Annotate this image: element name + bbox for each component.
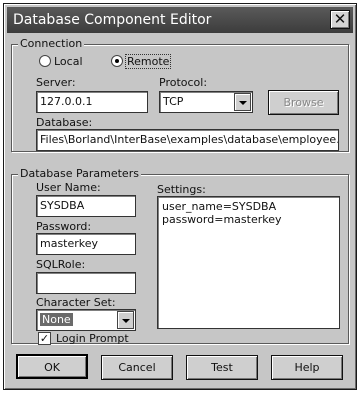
window-title: Database Component Editor [13, 12, 212, 28]
character-set-select[interactable]: None [36, 309, 136, 331]
settings-label: Settings: [157, 183, 206, 196]
character-set-value: None [40, 313, 73, 326]
user-name-label: User Name: [36, 181, 101, 194]
sqlrole-input[interactable] [36, 272, 136, 294]
password-input[interactable]: masterkey [36, 233, 136, 255]
remote-radio[interactable] [111, 55, 123, 67]
chevron-down-icon[interactable] [117, 311, 134, 329]
user-name-input[interactable]: SYSDBA [36, 195, 136, 217]
settings-line: password=masterkey [162, 213, 282, 226]
database-input[interactable]: Files\Borland\InterBase\examples\databas… [36, 129, 339, 151]
server-input[interactable]: 127.0.0.1 [36, 91, 148, 113]
connection-group: Connection Local Remote Server: 127.0.0.… [11, 37, 349, 152]
browse-button[interactable]: Browse [268, 90, 339, 115]
database-parameters-legend: Database Parameters [18, 167, 141, 181]
login-prompt-label[interactable]: Login Prompt [56, 332, 129, 345]
settings-line: user_name=SYSDBA [162, 200, 277, 213]
test-button[interactable]: Test [186, 355, 258, 380]
close-icon[interactable]: ✕ [330, 10, 350, 29]
settings-memo[interactable]: user_name=SYSDBA password=masterkey [157, 196, 340, 329]
database-parameters-group: Database Parameters User Name: SYSDBA Pa… [11, 167, 349, 345]
protocol-label: Protocol: [159, 76, 208, 89]
protocol-value: TCP [163, 95, 184, 108]
server-label: Server: [36, 76, 76, 89]
character-set-label: Character Set: [36, 296, 116, 309]
password-label: Password: [36, 220, 92, 233]
protocol-select[interactable]: TCP [159, 91, 253, 113]
connection-legend: Connection [18, 37, 85, 51]
local-radio[interactable] [39, 55, 51, 67]
sqlrole-label: SQLRole: [36, 258, 86, 271]
local-label[interactable]: Local [54, 55, 83, 68]
title-bar[interactable]: Database Component Editor ✕ [7, 7, 353, 33]
help-button[interactable]: Help [271, 355, 343, 380]
chevron-down-icon[interactable] [234, 93, 251, 111]
remote-label[interactable]: Remote [125, 54, 172, 69]
database-component-editor-dialog: Database Component Editor ✕ Connection L… [3, 3, 357, 390]
cancel-button[interactable]: Cancel [101, 355, 173, 380]
database-label: Database: [36, 116, 93, 129]
ok-button[interactable]: OK [16, 354, 88, 379]
login-prompt-checkbox[interactable]: ✓ [38, 332, 51, 345]
